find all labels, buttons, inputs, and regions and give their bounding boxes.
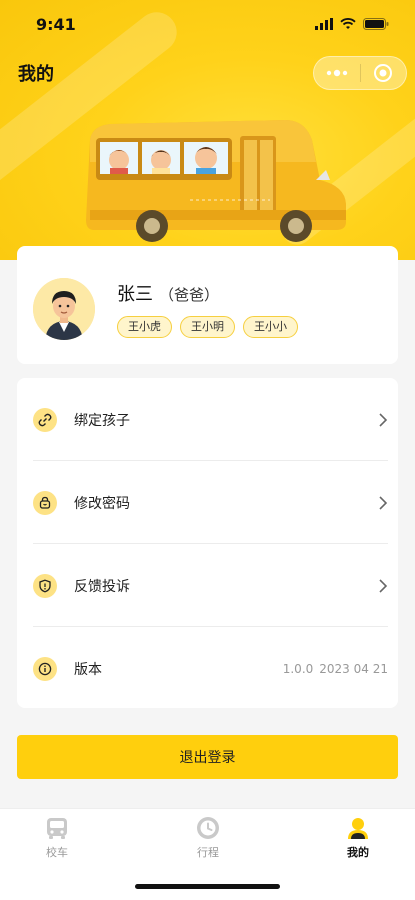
settings-menu: 绑定孩子 修改密码 反馈投诉 版本 1.0.0 2023 04 21 bbox=[17, 378, 398, 708]
chevron-right-icon bbox=[379, 412, 388, 427]
link-icon bbox=[33, 407, 57, 432]
tab-label: 我的 bbox=[347, 846, 369, 859]
page-title: 我的 bbox=[18, 64, 54, 85]
hero-banner: 9:41 我的 bbox=[0, 0, 415, 260]
tab-bus[interactable]: 校车 bbox=[12, 815, 102, 865]
child-tag[interactable]: 王小明 bbox=[180, 316, 235, 338]
mini-program-capsule bbox=[313, 56, 407, 90]
user-name: 张三 （爸爸） bbox=[117, 280, 219, 306]
tab-mine[interactable]: 我的 bbox=[313, 815, 403, 865]
user-role: （爸爸） bbox=[159, 286, 220, 304]
chevron-right-icon bbox=[379, 495, 388, 510]
user-icon bbox=[348, 818, 368, 839]
child-tag[interactable]: 王小小 bbox=[243, 316, 298, 338]
shield-icon bbox=[33, 573, 57, 598]
tab-label: 校车 bbox=[46, 846, 68, 859]
tab-label: 行程 bbox=[197, 846, 219, 859]
chevron-right-icon bbox=[379, 578, 388, 593]
info-icon bbox=[33, 656, 57, 681]
menu-item-label: 修改密码 bbox=[74, 495, 130, 512]
menu-item-change-password[interactable]: 修改密码 bbox=[33, 461, 388, 544]
school-bus-illustration bbox=[86, 120, 346, 242]
status-time: 9:41 bbox=[36, 14, 76, 34]
profile-card: 张三 （爸爸） 王小虎 王小明 王小小 bbox=[17, 246, 398, 364]
battery-icon bbox=[363, 18, 389, 30]
lock-icon bbox=[33, 490, 57, 515]
menu-item-version: 版本 1.0.0 2023 04 21 bbox=[33, 627, 388, 710]
user-name-text: 张三 bbox=[117, 284, 153, 305]
wifi-icon bbox=[340, 18, 356, 29]
more-button[interactable] bbox=[314, 57, 360, 89]
children-tags: 王小虎 王小明 王小小 bbox=[117, 316, 298, 338]
version-number: 1.0.0 bbox=[282, 661, 314, 676]
menu-item-label: 绑定孩子 bbox=[74, 412, 130, 429]
menu-item-label: 反馈投诉 bbox=[74, 578, 130, 595]
tab-trip[interactable]: 行程 bbox=[163, 815, 253, 865]
close-mini-program-button[interactable] bbox=[361, 57, 407, 89]
user-avatar-icon bbox=[33, 278, 95, 340]
more-dots-icon bbox=[326, 69, 347, 77]
version-date: 2023 04 21 bbox=[319, 661, 388, 676]
signal-icon bbox=[315, 18, 333, 30]
menu-item-label: 版本 bbox=[74, 661, 102, 678]
child-tag[interactable]: 王小虎 bbox=[117, 316, 172, 338]
logout-button[interactable]: 退出登录 bbox=[17, 735, 398, 779]
menu-item-feedback[interactable]: 反馈投诉 bbox=[33, 544, 388, 627]
clock-icon bbox=[197, 817, 219, 839]
bus-icon bbox=[47, 818, 67, 839]
target-icon bbox=[374, 64, 393, 82]
status-bar: 9:41 bbox=[0, 0, 415, 48]
menu-item-bind-child[interactable]: 绑定孩子 bbox=[33, 378, 388, 461]
status-icons bbox=[315, 18, 389, 30]
avatar bbox=[33, 278, 95, 340]
home-indicator bbox=[135, 884, 280, 889]
